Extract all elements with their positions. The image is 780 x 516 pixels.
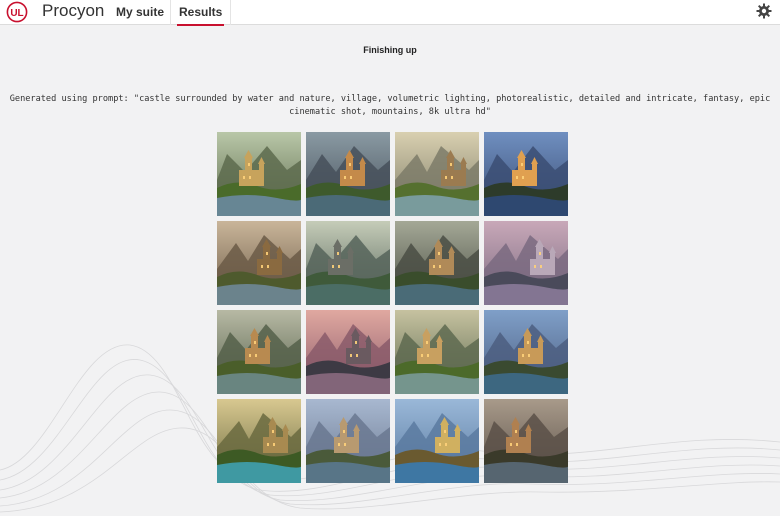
gear-icon[interactable] (756, 3, 772, 19)
status-text: Finishing up (363, 45, 417, 55)
ul-logo-icon[interactable]: UL (6, 1, 28, 23)
generated-image[interactable] (484, 132, 568, 216)
generated-images-grid (217, 132, 568, 483)
svg-text:UL: UL (10, 8, 23, 19)
nav-tab-results[interactable]: Results (170, 0, 232, 26)
nav-tab-results-label: Results (179, 5, 223, 19)
generated-image[interactable] (306, 310, 390, 394)
generated-image[interactable] (484, 399, 568, 483)
prompt-text: Generated using prompt: "castle surround… (9, 94, 771, 117)
generated-image[interactable] (484, 221, 568, 305)
generated-image[interactable] (395, 399, 479, 483)
generated-image[interactable] (395, 132, 479, 216)
generated-image[interactable] (306, 132, 390, 216)
generated-image[interactable] (217, 132, 301, 216)
generated-image[interactable] (217, 310, 301, 394)
generated-image[interactable] (217, 221, 301, 305)
active-tab-indicator (177, 24, 225, 26)
generated-image[interactable] (306, 399, 390, 483)
top-bar: UL Procyon My suite Results (0, 0, 780, 26)
generated-image[interactable] (306, 221, 390, 305)
app-title: Procyon (42, 1, 105, 20)
generated-image[interactable] (395, 310, 479, 394)
generated-image[interactable] (217, 399, 301, 483)
generated-image[interactable] (484, 310, 568, 394)
nav-tab-my-suite[interactable]: My suite (116, 0, 164, 25)
generated-image[interactable] (395, 221, 479, 305)
